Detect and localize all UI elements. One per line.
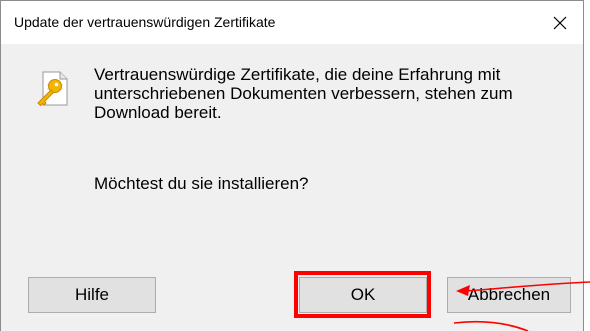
- dialog-message: Vertrauenswürdige Zertifikate, die deine…: [94, 65, 513, 122]
- certificate-update-dialog: Update der vertrauenswürdigen Zertifikat…: [0, 0, 584, 331]
- close-button[interactable]: [537, 1, 583, 44]
- ok-button[interactable]: OK: [299, 277, 427, 313]
- help-button[interactable]: Hilfe: [28, 277, 156, 313]
- dialog-title: Update der vertrauenswürdigen Zertifikat…: [14, 14, 276, 30]
- certificate-key-icon: [37, 71, 68, 107]
- screenshot-stage: Update der vertrauenswürdigen Zertifikat…: [0, 0, 590, 331]
- dialog-body: Vertrauenswürdige Zertifikate, die deine…: [1, 44, 583, 331]
- cancel-button[interactable]: Abbrechen: [447, 277, 571, 313]
- title-bar: Update der vertrauenswürdigen Zertifikat…: [1, 1, 583, 44]
- close-icon: [553, 16, 567, 29]
- install-question: Möchtest du sie installieren?: [94, 174, 309, 193]
